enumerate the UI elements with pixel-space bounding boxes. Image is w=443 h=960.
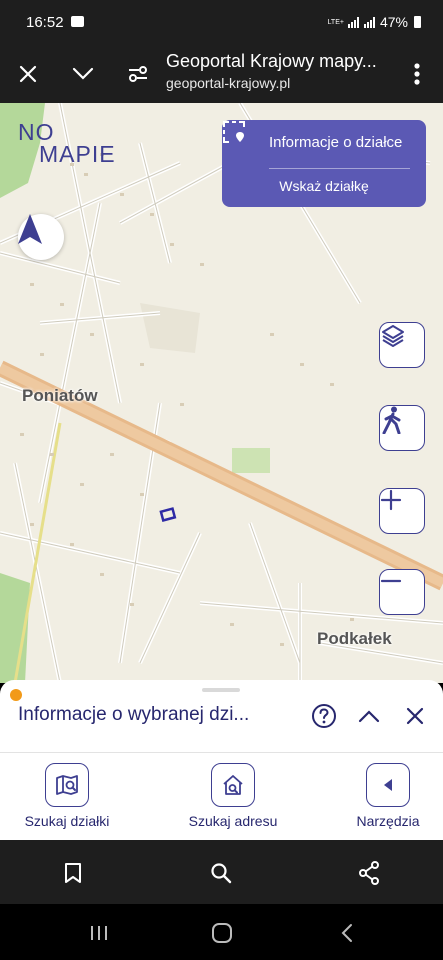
place-label-podkalek: Podkałek bbox=[317, 629, 392, 648]
browser-bottom-bar bbox=[0, 840, 443, 904]
status-time: 16:52 bbox=[26, 14, 64, 31]
signal-icon bbox=[347, 16, 359, 28]
chevron-up-icon[interactable] bbox=[355, 702, 383, 730]
browser-toolbar: Geoportal Krajowy mapy... geoportal-kraj… bbox=[0, 46, 443, 103]
place-label-poniatow: Poniatów bbox=[22, 386, 98, 405]
battery-icon bbox=[414, 16, 421, 28]
search-parcel-label: Szukaj działki bbox=[24, 813, 110, 829]
share-icon[interactable] bbox=[356, 860, 382, 886]
search-address-label: Szukaj adresu bbox=[188, 813, 278, 829]
app-toolbar: Szukaj działki Szukaj adresu Narzędzia bbox=[0, 752, 443, 841]
site-settings-icon[interactable] bbox=[122, 58, 154, 90]
battery-level: 47% bbox=[379, 14, 408, 30]
zoom-in-button[interactable] bbox=[379, 488, 425, 534]
tools-arrow-icon bbox=[366, 763, 410, 807]
tools-button[interactable]: Narzędzia bbox=[338, 763, 438, 829]
recent-apps-icon[interactable] bbox=[86, 920, 112, 946]
map-search-icon bbox=[45, 763, 89, 807]
status-bar: 16:52 LTE+ 47% bbox=[0, 0, 443, 46]
compass-arrow-icon bbox=[18, 214, 42, 244]
image-notification-icon bbox=[71, 16, 84, 27]
more-vert-icon[interactable] bbox=[401, 58, 433, 90]
home-icon[interactable] bbox=[209, 920, 235, 946]
close-icon[interactable] bbox=[401, 702, 429, 730]
parcel-info-sheet: Informacje o wybranej dzi... bbox=[0, 680, 443, 752]
logo-line2: MAPIE bbox=[39, 141, 116, 167]
system-nav-bar bbox=[0, 904, 443, 960]
help-icon[interactable] bbox=[310, 702, 338, 730]
parcel-info-button[interactable]: Informacje o działce bbox=[222, 120, 426, 168]
search-address-button[interactable]: Szukaj adresu bbox=[183, 763, 283, 829]
parcel-info-panel: Informacje o działce Wskaż działkę bbox=[222, 120, 426, 207]
signal-icon-2 bbox=[363, 16, 375, 28]
drag-handle[interactable] bbox=[202, 688, 240, 692]
select-parcel-button[interactable]: Wskaż działkę bbox=[222, 178, 426, 194]
status-indicators: LTE+ 47% bbox=[328, 14, 421, 30]
zoom-in-icon bbox=[380, 489, 402, 511]
street-view-button[interactable] bbox=[379, 405, 425, 451]
pedestrian-icon bbox=[382, 406, 401, 434]
zoom-out-icon bbox=[380, 579, 402, 583]
bookmark-icon[interactable] bbox=[60, 860, 86, 886]
logo-line1: NO bbox=[18, 119, 55, 145]
chevron-down-icon[interactable] bbox=[67, 58, 99, 90]
layers-button[interactable] bbox=[379, 322, 425, 368]
parcel-select-icon bbox=[223, 121, 245, 143]
tools-label: Narzędzia bbox=[356, 813, 420, 829]
layers-icon bbox=[382, 325, 404, 347]
no-mapie-logo: NO MAPIE bbox=[18, 119, 116, 168]
compass-button[interactable] bbox=[18, 214, 64, 260]
search-parcel-button[interactable]: Szukaj działki bbox=[17, 763, 117, 829]
panel-divider bbox=[269, 168, 410, 169]
map-canvas[interactable]: NO MAPIE Informacje o działce Wskaż dzia… bbox=[0, 103, 443, 683]
back-icon[interactable] bbox=[334, 920, 360, 946]
sheet-title[interactable]: Informacje o wybranej dzi... bbox=[18, 704, 249, 726]
parcel-info-label: Informacje o działce bbox=[269, 134, 403, 151]
home-search-icon bbox=[211, 763, 255, 807]
close-tab-icon[interactable] bbox=[12, 58, 44, 90]
page-title[interactable]: Geoportal Krajowy mapy... bbox=[166, 51, 398, 72]
status-dot bbox=[10, 689, 22, 701]
page-url[interactable]: geoportal-krajowy.pl bbox=[166, 75, 290, 91]
network-type: LTE+ bbox=[327, 18, 344, 26]
search-icon[interactable] bbox=[208, 860, 234, 886]
zoom-out-button[interactable] bbox=[379, 569, 425, 615]
